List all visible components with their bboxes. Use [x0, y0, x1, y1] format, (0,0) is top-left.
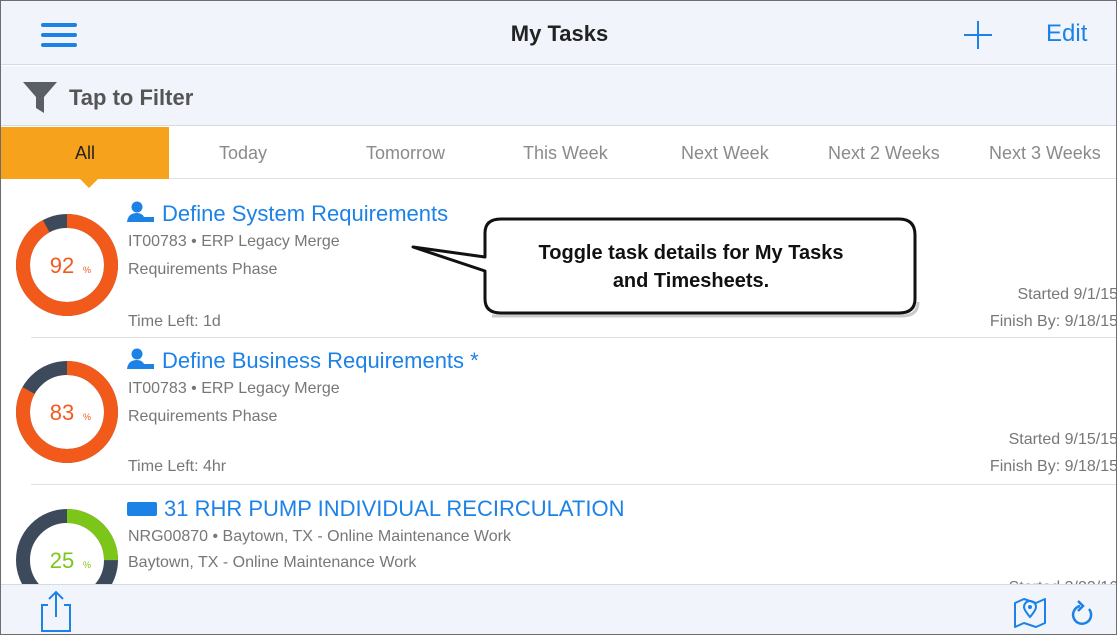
tab-next-week[interactable]: Next Week	[681, 127, 769, 179]
task-finish-by: Finish By: 9/18/15	[989, 313, 1117, 330]
refresh-icon[interactable]	[1069, 597, 1095, 629]
task-phase: Baytown, TX - Online Maintenance Work	[128, 554, 417, 571]
percent-sign: %	[83, 560, 91, 570]
progress-percent: 83	[50, 400, 74, 425]
callout-text: Toggle task details for My Tasks and Tim…	[538, 242, 844, 292]
task-row[interactable]: 83 % Define Business Requirements * IT00…	[1, 338, 1117, 485]
percent-sign: %	[83, 265, 91, 275]
page-title: My Tasks	[510, 21, 609, 46]
task-title[interactable]: Define Business Requirements *	[126, 348, 479, 374]
tab-next-2-weeks[interactable]: Next 2 Weeks	[828, 127, 940, 179]
edit-button[interactable]: Edit	[1046, 20, 1087, 48]
tab-all[interactable]: All	[1, 127, 169, 179]
nav-header: My Tasks Edit	[1, 1, 1116, 65]
progress-percent: 92	[50, 253, 74, 278]
task-phase: Requirements Phase	[128, 408, 278, 425]
tab-next-3-weeks[interactable]: Next 3 Weeks	[989, 127, 1101, 179]
person-icon	[127, 201, 154, 222]
progress-donut: 83 %	[16, 361, 118, 463]
tab-this-week[interactable]: This Week	[523, 127, 608, 179]
tab-tomorrow[interactable]: Tomorrow	[366, 127, 445, 179]
row-divider	[31, 484, 1116, 485]
task-time-left: Time Left: 1d	[128, 313, 221, 330]
task-project: IT00783 • ERP Legacy Merge	[128, 380, 340, 397]
task-started: Started 9/1/15	[1017, 286, 1117, 303]
map-pin-icon[interactable]	[1013, 597, 1047, 629]
task-started: Started 9/15/15	[1008, 431, 1117, 448]
share-icon[interactable]	[39, 589, 73, 633]
progress-percent: 25	[50, 548, 74, 573]
task-title[interactable]: Define System Requirements	[126, 201, 448, 227]
tab-today[interactable]: Today	[219, 127, 267, 179]
task-time-left: Time Left: 4hr	[128, 458, 227, 475]
app-window: My Tasks Edit Tap to Filter All Today To…	[0, 0, 1117, 635]
date-range-tabs: All Today Tomorrow This Week Next Week N…	[1, 127, 1116, 179]
active-tab-pointer	[79, 178, 99, 188]
filter-label: Tap to Filter	[69, 85, 194, 110]
rectangle-icon	[127, 502, 157, 516]
add-task-icon[interactable]	[964, 21, 992, 49]
funnel-icon	[23, 82, 57, 113]
task-finish-by: Finish By: 9/18/15	[989, 458, 1117, 475]
task-title[interactable]: 31 RHR PUMP INDIVIDUAL RECIRCULATION	[126, 496, 624, 522]
task-project: NRG00870 • Baytown, TX - Online Maintena…	[128, 528, 511, 545]
percent-sign: %	[83, 412, 91, 422]
task-phase: Requirements Phase	[128, 261, 278, 278]
filter-bar[interactable]: Tap to Filter	[1, 66, 1116, 126]
task-project: IT00783 • ERP Legacy Merge	[128, 233, 340, 250]
person-icon	[127, 348, 154, 369]
bottom-toolbar	[1, 584, 1116, 634]
progress-donut: 92 %	[16, 214, 118, 316]
